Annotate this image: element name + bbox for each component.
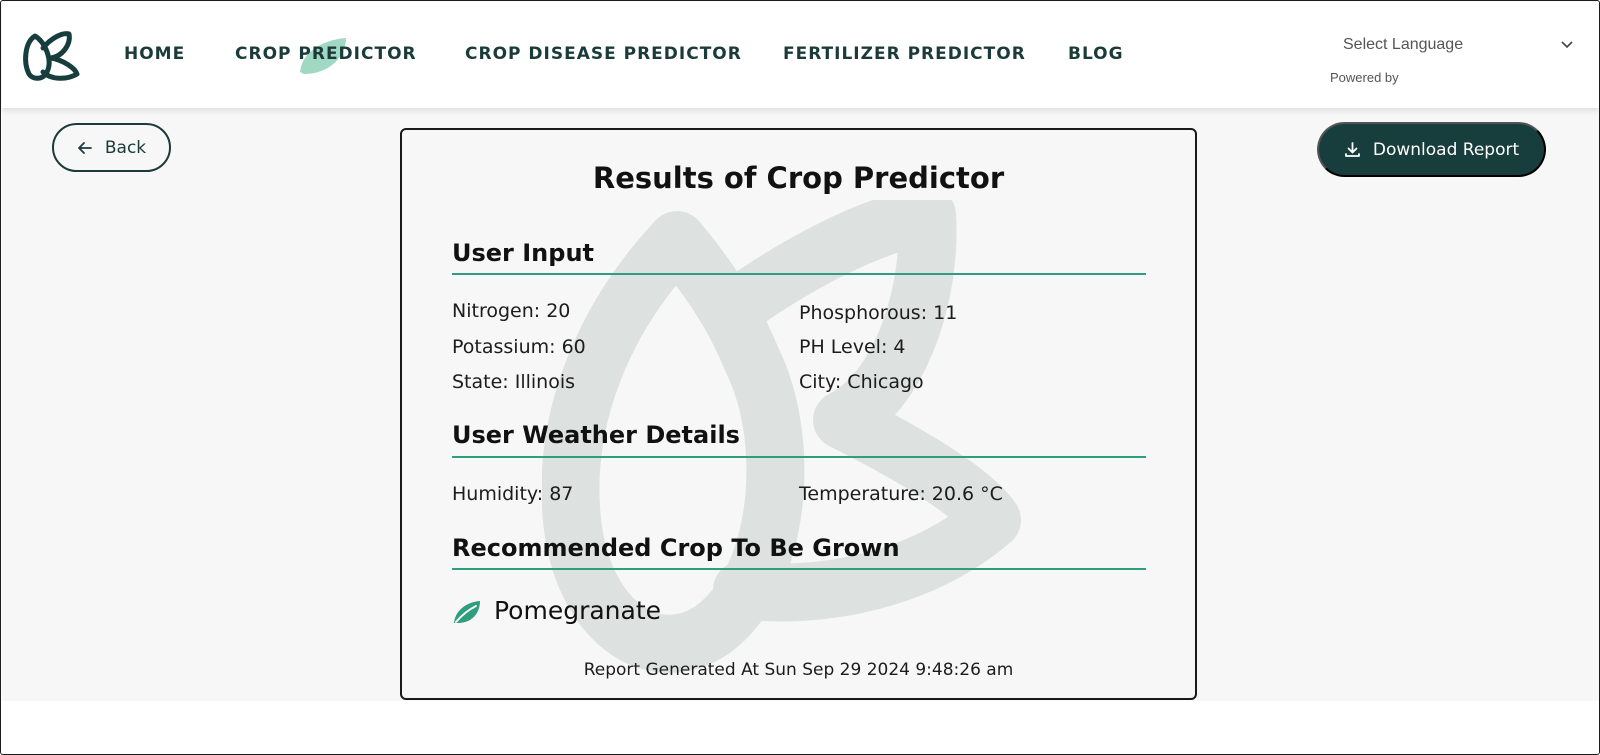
- recommendation-heading: Recommended Crop To Be Grown: [452, 534, 900, 562]
- nav-fertilizer-predictor[interactable]: FERTILIZER PREDICTOR: [783, 44, 1026, 64]
- chevron-down-icon: [1561, 41, 1573, 49]
- arrow-left-icon: [77, 141, 92, 154]
- weather-heading: User Weather Details: [452, 421, 740, 449]
- city-value: City: Chicago: [799, 371, 924, 393]
- back-button-label: Back: [104, 137, 147, 158]
- leaf-logo-icon[interactable]: [21, 28, 81, 84]
- back-button[interactable]: Back: [52, 123, 171, 172]
- report-title: Results of Crop Predictor: [592, 161, 1005, 195]
- phosphorous-value: Phosphorous: 11: [799, 302, 958, 324]
- powered-by-text: Powered by: [1330, 70, 1399, 85]
- weather-divider: [452, 456, 1146, 458]
- humidity-value: Humidity: 87: [452, 483, 574, 505]
- recommendation-divider: [452, 568, 1146, 570]
- ph-level-value: PH Level: 4: [799, 336, 906, 358]
- download-report-button[interactable]: Download Report: [1317, 122, 1546, 177]
- nav-blog[interactable]: BLOG: [1068, 44, 1124, 64]
- user-input-divider: [452, 273, 1146, 275]
- report-card: Results of Crop Predictor User Input Nit…: [400, 128, 1197, 700]
- download-icon: [1344, 142, 1360, 157]
- app-window: HOME CROP PREDICTOR CROP DISEASE PREDICT…: [0, 0, 1600, 755]
- nav-home[interactable]: HOME: [124, 44, 185, 64]
- report-generated-timestamp: Report Generated At Sun Sep 29 2024 9:48…: [583, 660, 1014, 680]
- navbar: HOME CROP PREDICTOR CROP DISEASE PREDICT…: [2, 2, 1599, 108]
- download-report-label: Download Report: [1372, 139, 1520, 160]
- nav-crop-disease-predictor[interactable]: CROP DISEASE PREDICTOR: [465, 44, 742, 64]
- state-value: State: Illinois: [452, 371, 576, 393]
- user-input-heading: User Input: [452, 239, 594, 267]
- nitrogen-value: Nitrogen: 20: [452, 300, 571, 322]
- language-select-label: Select Language: [1343, 36, 1464, 53]
- nav-crop-predictor[interactable]: CROP PREDICTOR: [235, 44, 417, 64]
- potassium-value: Potassium: 60: [452, 336, 586, 358]
- language-select[interactable]: Select Language: [1332, 32, 1582, 60]
- recommended-crop: Pomegranate: [494, 596, 662, 625]
- leaf-icon: [454, 601, 480, 623]
- temperature-value: Temperature: 20.6 °C: [799, 483, 1003, 505]
